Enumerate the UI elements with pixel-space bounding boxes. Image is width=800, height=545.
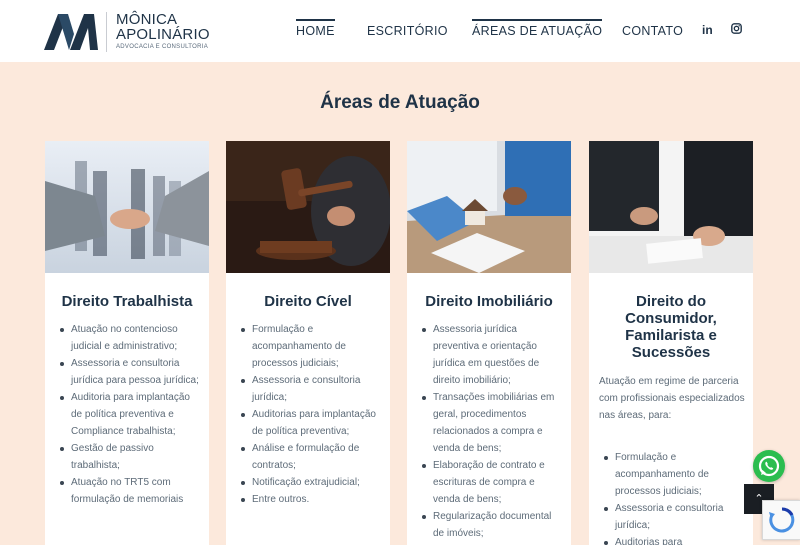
list-item: Análise e formulação de contratos; <box>238 440 382 474</box>
card-title: Direito Imobiliário <box>425 293 553 310</box>
card-list: Formulação e acompanhamento de processos… <box>238 321 382 508</box>
list-item: Auditoria para implantação de política p… <box>57 389 201 440</box>
list-item: Entre outros. <box>238 491 382 508</box>
card-list: Assessoria jurídica preventiva e orienta… <box>419 321 563 542</box>
list-item: Auditorias para implantação de política … <box>238 406 382 440</box>
card-title: Direito Cível <box>264 293 352 310</box>
card-direito-imobiliario: Direito Imobiliário Assessoria jurídica … <box>407 141 571 545</box>
nav-home[interactable]: HOME <box>296 19 335 38</box>
list-item: Atuação no contencioso judicial e admini… <box>57 321 201 355</box>
site-header: MÔNICA APOLINÁRIO ADVOCACIA E CONSULTORI… <box>0 0 800 62</box>
list-item: Transações imobiliárias em geral, proced… <box>419 389 563 457</box>
list-item: Assessoria jurídica preventiva e orienta… <box>419 321 563 389</box>
recaptcha-badge[interactable] <box>762 500 800 540</box>
list-item: Elaboração de contrato e escrituras de c… <box>419 457 563 508</box>
list-item: Notificação extrajudicial; <box>238 474 382 491</box>
list-item: Regularização documental de imóveis; <box>419 508 563 542</box>
linkedin-icon[interactable]: in <box>702 23 713 37</box>
list-item: Formulação e acompanhamento de processos… <box>601 449 745 500</box>
card-direito-trabalhista: Direito Trabalhista Atuação no contencio… <box>45 141 209 545</box>
list-item: Atuação no TRT5 com formulação de memori… <box>57 474 201 508</box>
card-list: Atuação no contencioso judicial e admini… <box>57 321 201 508</box>
list-item: Formulação e acompanhamento de processos… <box>238 321 382 372</box>
main-nav: HOME ESCRITÓRIO ÁREAS DE ATUAÇÃO CONTATO… <box>0 0 800 62</box>
card-title: Direito do Consumidor, Familarista e Suc… <box>625 293 717 361</box>
consultation-photo <box>589 141 753 273</box>
section-title: Áreas de Atuação <box>320 92 480 113</box>
list-item: Assessoria e consultoria jurídica; <box>238 372 382 406</box>
card-list: Formulação e acompanhamento de processos… <box>601 449 745 545</box>
card-direito-civel: Direito Cível Formulação e acompanhament… <box>226 141 390 545</box>
list-item: Assessoria e consultoria jurídica; <box>601 500 745 534</box>
card-title: Direito Trabalhista <box>61 293 193 310</box>
nav-contato[interactable]: CONTATO <box>622 24 683 38</box>
list-item: Assessoria e consultoria jurídica para p… <box>57 355 201 389</box>
instagram-icon[interactable] <box>731 23 742 37</box>
nav-areas-de-atuacao[interactable]: ÁREAS DE ATUAÇÃO <box>472 19 603 38</box>
whatsapp-icon[interactable] <box>753 450 785 482</box>
card-direito-do-consumidor: Direito do Consumidor, Familarista e Suc… <box>589 141 753 545</box>
gavel-photo <box>226 141 390 273</box>
nav-escritorio[interactable]: ESCRITÓRIO <box>367 24 448 38</box>
list-item: Gestão de passivo trabalhista; <box>57 440 201 474</box>
card-intro: Atuação em regime de parceria com profis… <box>599 376 745 421</box>
handshake-photo <box>45 141 209 273</box>
house-keys-photo <box>407 141 571 273</box>
list-item: Auditorias para <box>601 534 745 545</box>
